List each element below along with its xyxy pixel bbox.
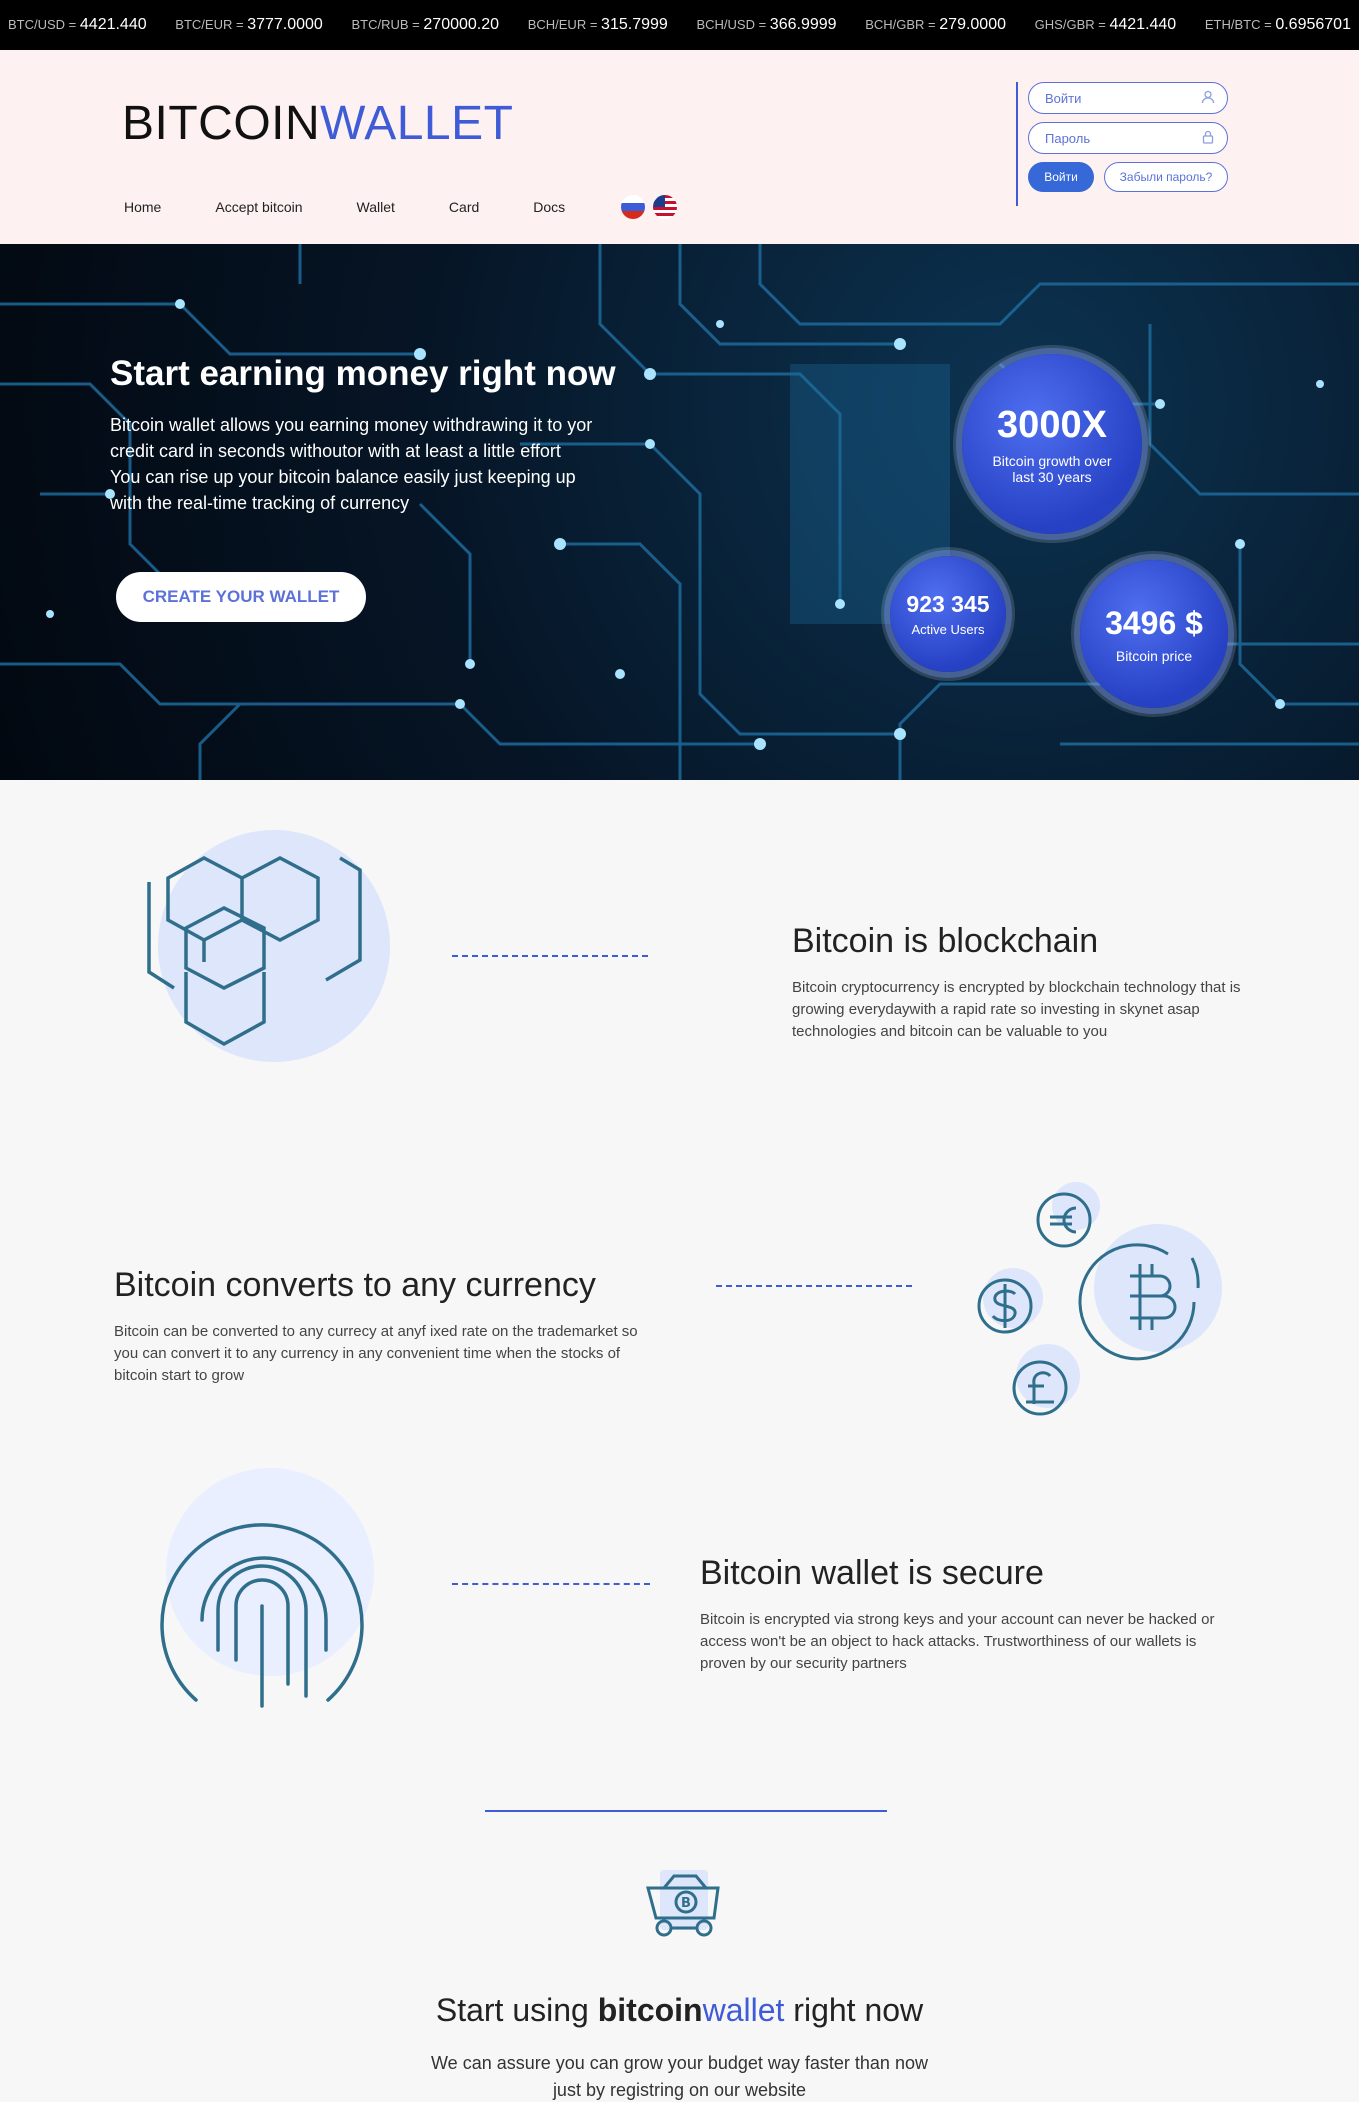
feature-title: Bitcoin wallet is secure <box>700 1554 1044 1592</box>
login-button[interactable]: Войти <box>1028 162 1094 192</box>
stat-growth: 3000X Bitcoin growth over last 30 years <box>962 354 1142 534</box>
feature-title: Bitcoin is blockchain <box>792 922 1099 960</box>
stat-bitcoin-price: 3496 $ Bitcoin price <box>1080 560 1228 708</box>
stat-active-users: 923 345 Active Users <box>890 556 1006 672</box>
ticker-item: GHS/GBR = 4421.440 <box>1034 16 1177 33</box>
lock-icon <box>1201 130 1215 147</box>
nav-docs[interactable]: Docs <box>533 199 565 215</box>
ticker-item: BCH/EUR = 315.7999 <box>527 16 668 33</box>
nav-home[interactable]: Home <box>124 199 161 215</box>
feature-currency: Bitcoin converts to any currency Bitcoin… <box>114 1266 654 1387</box>
section-divider <box>485 1810 887 1812</box>
feature-secure: Bitcoin wallet is secure Bitcoin is encr… <box>700 1554 1220 1675</box>
hero-description: Bitcoin wallet allows you earning money … <box>110 415 593 513</box>
ticker-item: ETH/BTC = 0.6956701 <box>1204 16 1351 33</box>
feature-title: Bitcoin converts to any currency <box>114 1266 596 1304</box>
cta-text: We can assure you can grow your budget w… <box>431 2053 928 2100</box>
russia-flag-icon[interactable] <box>621 195 646 219</box>
login-placeholder: Войти <box>1045 90 1082 106</box>
ticker-item: BCH/USD = 366.9999 <box>696 16 837 33</box>
hero-banner: Start earning money right now Bitcoin wa… <box>0 244 1359 780</box>
user-icon <box>1201 90 1215 107</box>
hexagon-blocks-icon <box>147 830 390 1062</box>
fingerprint-icon <box>160 1468 374 1708</box>
login-form: Войти Пароль Войти Забыли пароль? <box>1016 82 1246 206</box>
language-switcher <box>621 195 678 219</box>
svg-text:B: B <box>681 1896 691 1911</box>
section-divider <box>452 1583 650 1585</box>
login-field[interactable]: Войти <box>1028 82 1228 114</box>
feature-text: Bitcoin is encrypted via strong keys and… <box>700 1611 1215 1672</box>
site-header: BITCOINWALLET Home Accept bitcoin Wallet… <box>0 50 1359 246</box>
ticker-item: BTC/USD = 4421.440 <box>8 16 147 33</box>
nav-accept-bitcoin[interactable]: Accept bitcoin <box>215 199 302 215</box>
create-wallet-button[interactable]: CREATE YOUR WALLET <box>116 572 366 622</box>
site-logo[interactable]: BITCOINWALLET <box>122 96 513 151</box>
password-placeholder: Пароль <box>1045 130 1091 146</box>
ticker-item: BTC/RUB = 270000.20 <box>351 16 500 33</box>
bitcoin-cart-icon: B <box>646 1870 720 1937</box>
ticker-item: BTC/EUR = 3777.0000 <box>175 16 323 33</box>
currency-coins-icon <box>977 1182 1222 1416</box>
currency-ticker: BTC/USD = 4421.440 BTC/EUR = 3777.0000 B… <box>0 0 1359 50</box>
main-nav: Home Accept bitcoin Wallet Card Docs <box>124 195 678 219</box>
nav-wallet[interactable]: Wallet <box>357 199 395 215</box>
forgot-password-button[interactable]: Забыли пароль? <box>1104 162 1228 192</box>
password-field[interactable]: Пароль <box>1028 122 1228 154</box>
feature-text: Bitcoin can be converted to any currecy … <box>114 1323 638 1384</box>
usa-flag-icon[interactable] <box>653 195 678 219</box>
section-divider <box>716 1285 912 1287</box>
ticker-item: BCH/GBR = 279.0000 <box>865 16 1006 33</box>
feature-blockchain: Bitcoin is blockchain Bitcoin cryptocurr… <box>792 922 1242 1043</box>
hero-title: Start earning money right now <box>110 354 616 393</box>
feature-text: Bitcoin cryptocurrency is encrypted by b… <box>792 979 1241 1040</box>
cta-title: Start using bitcoinwallet right now <box>435 1992 924 2028</box>
section-divider <box>452 955 648 957</box>
nav-card[interactable]: Card <box>449 199 479 215</box>
